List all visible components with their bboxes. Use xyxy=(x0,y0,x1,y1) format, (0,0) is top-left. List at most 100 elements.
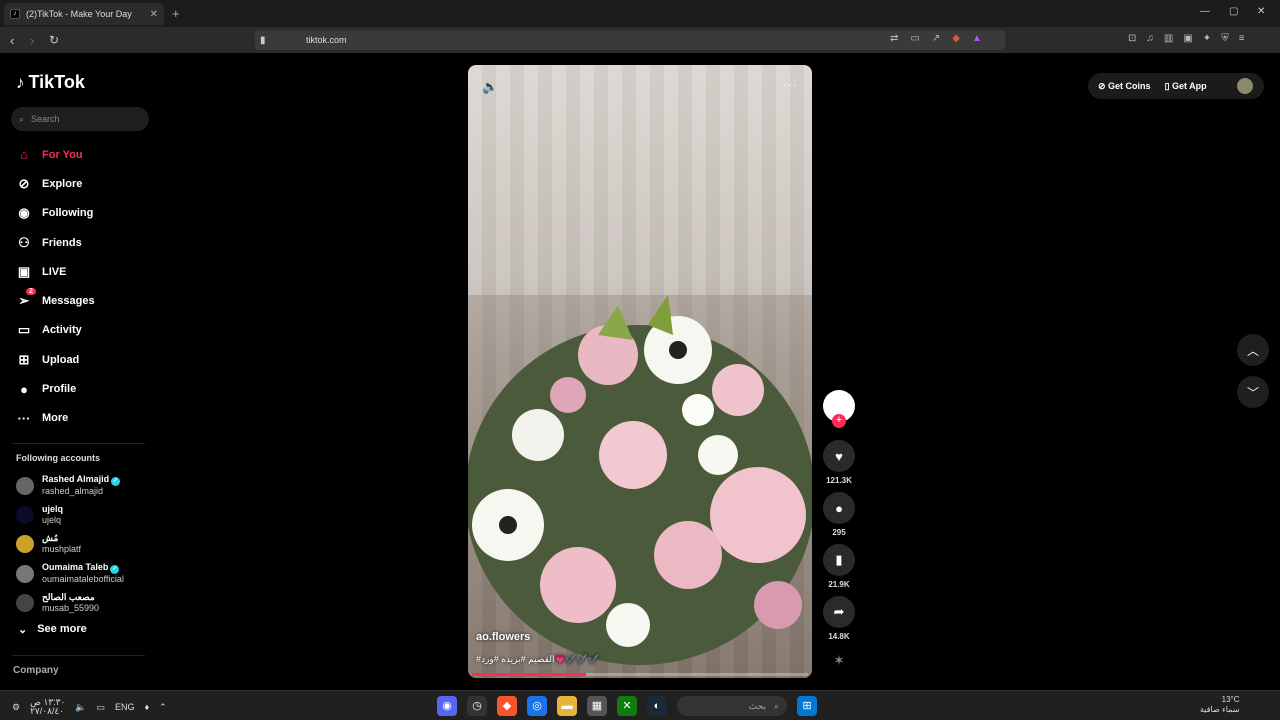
browser-tab[interactable]: ♪ (2)TikTok - Make Your Day ✕ xyxy=(4,3,164,25)
see-more-button[interactable]: ⌄ See more xyxy=(18,623,87,636)
nav-profile[interactable]: ● Profile xyxy=(16,374,95,403)
speaker-icon[interactable]: 🔈 xyxy=(75,702,86,713)
cast-icon[interactable]: ▭ xyxy=(910,33,919,44)
reload-icon[interactable]: ↻ xyxy=(49,33,59,47)
like-button[interactable]: ♥ 121.3K xyxy=(822,440,856,485)
account-name: ujelq xyxy=(42,503,64,514)
follow-plus-icon[interactable]: + xyxy=(832,414,846,428)
menu-icon[interactable]: ≡ xyxy=(1239,33,1245,44)
url-text: tiktok.com xyxy=(306,35,347,45)
discord-icon[interactable]: ◉ xyxy=(437,696,457,716)
company-link[interactable]: Company xyxy=(13,665,59,676)
account-name: مُش xyxy=(42,533,59,544)
comment-icon: ● xyxy=(823,492,855,524)
brave-shield-icon[interactable]: ◆ xyxy=(952,33,960,44)
following-account[interactable]: مصعب الصالح musab_55990 xyxy=(16,588,124,617)
file-explorer-icon[interactable]: ▬ xyxy=(557,696,577,716)
video-player[interactable]: 🔈 ··· ao.flowers #القصيم #بريده #ورد💗✔️✔… xyxy=(468,65,812,678)
taskbar-search[interactable]: بحث ⌕ xyxy=(677,696,787,716)
comment-button[interactable]: ● 295 xyxy=(822,492,856,537)
brave-rewards-icon[interactable]: ▲ xyxy=(972,33,982,44)
next-video-button[interactable]: ﹀ xyxy=(1237,376,1269,408)
search-icon: ⌕ xyxy=(19,113,25,124)
new-tab-icon[interactable]: + xyxy=(172,6,180,21)
more-options-icon[interactable]: ··· xyxy=(782,77,798,92)
nav-live[interactable]: ▣ LIVE xyxy=(16,257,95,286)
nav-explore[interactable]: ⊘ Explore xyxy=(16,169,95,198)
save-button[interactable]: ▮ 21.9K xyxy=(822,544,856,589)
account-username: rashed_almajid xyxy=(42,486,104,497)
following-account[interactable]: Rashed Almajid ✓ rashed_almajid xyxy=(16,471,124,500)
nav-messages[interactable]: ➢ 2 Messages xyxy=(16,286,95,315)
network-icon[interactable]: ▭ xyxy=(97,702,106,713)
nav-label: Profile xyxy=(42,383,77,396)
home-icon: ⌂ xyxy=(20,147,28,163)
get-app-button[interactable]: ▯ Get App xyxy=(1165,81,1207,92)
nav-label: Activity xyxy=(42,324,82,337)
nav-for-you[interactable]: ⌂ For You xyxy=(16,140,95,169)
tray-chevron-icon[interactable]: ⌃ xyxy=(159,702,167,713)
screenshot-icon[interactable]: ⊡ xyxy=(1128,33,1136,44)
back-icon[interactable]: ‹ xyxy=(10,33,14,48)
volume-icon[interactable]: 🔈 xyxy=(482,79,498,95)
nav-friends[interactable]: ⚇ Friends xyxy=(16,228,95,257)
vpn-icon[interactable]: ⛨ xyxy=(1221,33,1229,44)
share-button[interactable]: ➦ 14.8K xyxy=(822,596,856,641)
windows-start-icon[interactable]: ⊞ xyxy=(797,696,817,716)
translate-icon[interactable]: ⇄ xyxy=(890,33,898,44)
previous-video-button[interactable]: ︿ xyxy=(1237,334,1269,366)
maximize-icon[interactable]: ▢ xyxy=(1229,6,1238,17)
nav-upload[interactable]: ⊞ Upload xyxy=(16,345,95,374)
weather-widget[interactable]: 13°C سماء صافية xyxy=(1200,695,1240,715)
like-count: 121.3K xyxy=(826,476,852,485)
following-account[interactable]: مُش mushplatf xyxy=(16,530,124,559)
top-right-actions: ⊘ Get Coins ▯ Get App xyxy=(1088,73,1264,99)
divider xyxy=(12,655,145,656)
messages-icon: ➢ xyxy=(18,293,30,309)
nav-label: For You xyxy=(42,148,83,161)
divider xyxy=(12,443,145,444)
store-icon[interactable]: ▦ xyxy=(587,696,607,716)
minimize-icon[interactable]: — xyxy=(1200,6,1210,17)
see-more-label: See more xyxy=(37,623,87,635)
account-name: Rashed Almajid xyxy=(42,474,110,485)
video-progress-bar[interactable] xyxy=(472,673,808,676)
share-icon[interactable]: ↗ xyxy=(932,33,940,44)
nav-activity[interactable]: ▭ Activity xyxy=(16,316,95,345)
chrome-icon[interactable]: ◎ xyxy=(527,696,547,716)
creator-avatar-button[interactable]: + xyxy=(822,390,856,428)
avatar[interactable] xyxy=(1236,78,1253,94)
media-icon[interactable]: ♫ xyxy=(1146,33,1154,44)
video-author[interactable]: ao.flowers xyxy=(476,631,530,643)
tiktok-logo[interactable]: ♪ TikTok xyxy=(16,72,85,93)
wallet-icon[interactable]: ▣ xyxy=(1183,33,1192,44)
nav-following[interactable]: ◉ Following xyxy=(16,199,95,228)
account-username: musab_55990 xyxy=(42,602,100,613)
steam-icon[interactable]: ◐ xyxy=(647,696,667,716)
clock-app-icon[interactable]: ◷ xyxy=(467,696,487,716)
following-account[interactable]: ujelq ujelq xyxy=(16,500,124,529)
get-coins-label: Get Coins xyxy=(1108,80,1151,91)
microphone-icon[interactable]: ♦ xyxy=(145,702,150,712)
search-input[interactable]: ⌕ Search xyxy=(11,107,149,131)
bookmark-icon[interactable]: ▮ xyxy=(260,35,266,46)
nav-more[interactable]: ··· More xyxy=(16,404,95,433)
sidebar-toggle-icon[interactable]: ▥ xyxy=(1164,33,1173,44)
chevron-up-icon: ︿ xyxy=(1246,343,1259,358)
xbox-icon[interactable]: ✕ xyxy=(617,696,637,716)
search-placeholder: Search xyxy=(31,114,60,124)
settings-icon[interactable]: ⚙ xyxy=(12,702,20,713)
friends-icon: ⚇ xyxy=(18,234,30,250)
window-close-icon[interactable]: ✕ xyxy=(1257,6,1265,17)
music-disc-icon[interactable]: ✶ xyxy=(822,652,856,669)
video-progress-fill xyxy=(472,673,587,676)
following-account[interactable]: Oumaima Taleb ✓ oumaimatalebofficial xyxy=(16,559,124,588)
tab-close-icon[interactable]: ✕ xyxy=(150,9,158,20)
clock-date: ٢٧/٠٨/٤٠ xyxy=(30,706,65,716)
leo-ai-icon[interactable]: ✦ xyxy=(1203,33,1211,44)
language-indicator[interactable]: ENG xyxy=(115,702,135,712)
forward-icon[interactable]: › xyxy=(30,33,34,48)
toolbar-icons: ⊡ ♫ ▥ ▣ ✦ ⛨ ≡ xyxy=(1128,33,1245,44)
brave-browser-icon[interactable]: ◆ xyxy=(497,696,517,716)
get-coins-button[interactable]: ⊘ Get Coins xyxy=(1098,81,1151,92)
